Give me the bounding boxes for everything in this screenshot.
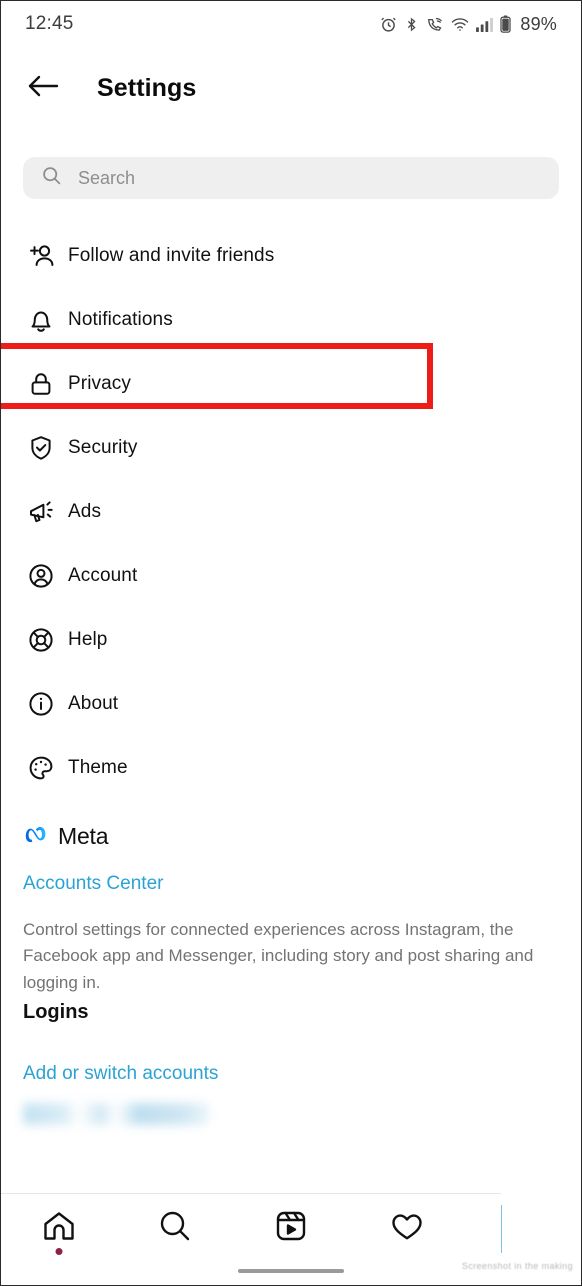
meta-logo-row: Meta [23, 821, 559, 851]
bell-icon [25, 304, 57, 336]
menu-item-label: Account [68, 565, 138, 586]
vowifi-call-icon [426, 16, 444, 33]
logins-section: Logins Add or switch accounts [23, 1001, 559, 1125]
alarm-icon [380, 16, 397, 33]
menu-item-security[interactable]: Security [1, 416, 581, 480]
accounts-center-link[interactable]: Accounts Center [23, 873, 163, 895]
heart-icon [389, 1208, 425, 1249]
search-input[interactable]: Search [23, 157, 559, 199]
status-bar: 12:45 89% [1, 1, 581, 47]
menu-item-label: Security [68, 437, 138, 458]
menu-item-label: About [68, 693, 119, 714]
info-circle-icon [25, 688, 57, 720]
lock-icon [25, 368, 57, 400]
cellular-signal-icon [476, 17, 494, 32]
bluetooth-icon [404, 16, 419, 33]
nav-item-profile[interactable] [465, 1193, 581, 1263]
nav-item-search[interactable] [117, 1193, 233, 1263]
search-icon [41, 165, 62, 191]
meta-description: Control settings for connected experienc… [23, 920, 534, 992]
bottom-watermark-artifact: Screenshot in the making [461, 1261, 573, 1271]
person-circle-icon [25, 560, 57, 592]
search-placeholder: Search [78, 167, 136, 188]
reels-icon [273, 1208, 309, 1249]
nav-item-activity[interactable] [349, 1193, 465, 1263]
home-badge-dot [55, 1248, 63, 1255]
add-or-switch-accounts-link[interactable]: Add or switch accounts [23, 1063, 218, 1085]
menu-item-label: Ads [68, 501, 102, 522]
settings-menu: Follow and invite friends Notifications … [1, 224, 581, 800]
wifi-icon [451, 17, 469, 32]
add-person-icon [25, 240, 57, 272]
menu-item-label: Theme [68, 757, 128, 778]
menu-item-label: Follow and invite friends [68, 245, 275, 266]
nav-item-reels[interactable] [233, 1193, 349, 1263]
search-container: Search [23, 157, 559, 199]
shield-check-icon [25, 432, 57, 464]
menu-item-label: Notifications [68, 309, 173, 330]
menu-item-account[interactable]: Account [1, 544, 581, 608]
search-icon [157, 1208, 193, 1249]
logins-heading: Logins [23, 1001, 89, 1023]
menu-item-label: Privacy [68, 373, 131, 394]
battery-percent-label: 89% [520, 13, 557, 34]
home-icon [41, 1208, 77, 1249]
meta-infinity-icon [23, 824, 51, 848]
page-title: Settings [97, 73, 197, 102]
palette-icon [25, 752, 57, 784]
app-bar: Settings [1, 53, 581, 123]
menu-item-privacy[interactable]: Privacy [1, 352, 581, 416]
back-arrow-icon [27, 73, 59, 104]
menu-item-theme[interactable]: Theme [1, 736, 581, 800]
home-indicator[interactable] [238, 1269, 344, 1273]
menu-item-notifications[interactable]: Notifications [1, 288, 581, 352]
megaphone-icon [25, 496, 57, 528]
redacted-account-name[interactable] [23, 1103, 209, 1125]
back-button[interactable] [23, 68, 63, 108]
battery-icon [500, 15, 511, 33]
nav-item-group [1, 1193, 581, 1263]
status-icon-group: 89% [380, 14, 557, 35]
phone-screen: 12:45 89% Settings Search Follow and inv… [0, 0, 582, 1286]
menu-item-about[interactable]: About [1, 672, 581, 736]
nav-item-home[interactable] [1, 1193, 117, 1263]
meta-brand-label: Meta [58, 822, 109, 849]
lifebuoy-icon [25, 624, 57, 656]
bottom-navigation-bar: Screenshot in the making [1, 1193, 581, 1285]
status-time: 12:45 [25, 13, 74, 34]
menu-item-help[interactable]: Help [1, 608, 581, 672]
menu-item-label: Help [68, 629, 108, 650]
menu-item-follow-and-invite-friends[interactable]: Follow and invite friends [1, 224, 581, 288]
menu-item-ads[interactable]: Ads [1, 480, 581, 544]
meta-section: Meta Accounts Center Control settings fo… [23, 821, 559, 996]
